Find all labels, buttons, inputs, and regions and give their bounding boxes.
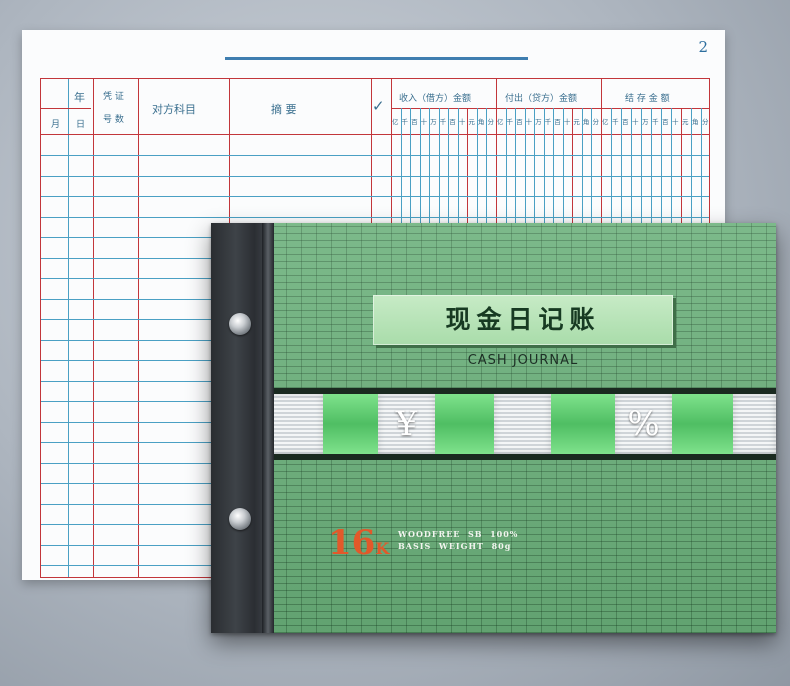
digit-unit-label: 千 xyxy=(544,118,552,126)
band-tile xyxy=(266,394,323,454)
grid-row-line xyxy=(41,155,709,156)
digit-unit-label: 亿 xyxy=(392,118,399,126)
digit-unit-label: 元 xyxy=(573,118,580,126)
grid-column-line xyxy=(68,79,69,577)
title-plaque: 现金日记账 xyxy=(373,295,673,345)
header-day: 日 xyxy=(76,120,86,130)
header-summary: 摘 要 xyxy=(271,103,297,116)
spec-line-2: BASIS WEIGHT 80g xyxy=(398,541,512,551)
digit-unit-label: 百 xyxy=(449,118,456,126)
spine-fold xyxy=(262,223,274,633)
header-month: 月 xyxy=(51,120,61,130)
grid-column-line xyxy=(138,79,139,577)
digit-unit-label: 百 xyxy=(662,118,669,126)
digit-unit-label: 十 xyxy=(525,118,533,126)
digit-unit-label: 十 xyxy=(420,118,428,126)
journal-cover: ¥ % 现金日记账 CASH JOURNAL 16K WOODFREE SB 1… xyxy=(211,223,776,633)
cover-title-en: CASH JOURNAL xyxy=(467,353,579,368)
digit-unit-label: 千 xyxy=(652,118,659,126)
yen-icon: ¥ xyxy=(395,404,418,444)
size-number: 16 xyxy=(328,523,376,563)
digit-unit-label: 千 xyxy=(612,118,619,126)
rivet-icon xyxy=(229,508,251,530)
size-suffix: K xyxy=(375,539,390,558)
header-income: 收入（借方）金额 xyxy=(399,94,472,104)
digit-unit-label: 千 xyxy=(506,118,514,126)
band-tile-percent: % xyxy=(615,394,672,454)
digit-unit-label: 分 xyxy=(487,118,494,126)
digit-unit-label: 千 xyxy=(439,118,447,126)
header-voucher-bottom: 号 数 xyxy=(103,115,124,125)
band-tile xyxy=(494,394,551,454)
digit-unit-label: 角 xyxy=(477,118,485,126)
rivet-icon xyxy=(229,313,251,335)
grid-row-line xyxy=(41,196,709,197)
digit-unit-label: 十 xyxy=(563,118,571,126)
digit-unit-label: 百 xyxy=(516,118,523,126)
spec-line-1: WOODFREE SB 100% xyxy=(398,529,519,539)
band-tile-yen: ¥ xyxy=(378,394,435,454)
digit-unit-label: 分 xyxy=(702,118,709,126)
digit-unit-label: 元 xyxy=(468,118,475,126)
size-mark: 16K xyxy=(328,523,389,563)
digit-unit-label: 十 xyxy=(632,118,639,126)
digit-unit-label: 元 xyxy=(682,118,689,126)
digit-unit-label: 万 xyxy=(535,118,542,126)
digit-unit-label: 亿 xyxy=(602,118,609,126)
digit-unit-label: 百 xyxy=(622,118,629,126)
page-number: 2 xyxy=(698,38,708,56)
header-account: 对方科目 xyxy=(152,103,196,116)
header-check: ✓ xyxy=(372,97,385,115)
paper-spec: WOODFREE SB 100% BASIS WEIGHT 80g xyxy=(398,528,518,552)
header-voucher-top: 凭 证 xyxy=(103,92,124,102)
percent-icon: % xyxy=(627,404,660,444)
digit-unit-label: 亿 xyxy=(497,118,504,126)
header-payment: 付出（贷方）金额 xyxy=(505,94,578,104)
digit-unit-label: 角 xyxy=(692,118,699,126)
grid-row-line xyxy=(41,217,709,218)
grid-column-line xyxy=(93,79,94,577)
digit-unit-label: 十 xyxy=(458,118,466,126)
cover-title-cn: 现金日记账 xyxy=(445,305,601,334)
digit-unit-label: 万 xyxy=(642,118,649,126)
header-year: 年 xyxy=(74,91,85,104)
digit-unit-label: 百 xyxy=(554,118,561,126)
digit-unit-label: 十 xyxy=(672,118,679,126)
grid-row-line xyxy=(41,134,709,135)
digit-unit-label: 千 xyxy=(401,118,409,126)
date-subheader-line xyxy=(41,108,91,109)
digit-unit-label: 角 xyxy=(582,118,590,126)
digit-unit-label: 万 xyxy=(430,118,437,126)
title-underline xyxy=(225,57,528,60)
binding-spine xyxy=(211,223,274,633)
grid-row-line xyxy=(41,176,709,177)
header-balance: 结 存 金 额 xyxy=(625,94,670,104)
band-tile xyxy=(733,394,776,454)
digit-unit-label: 百 xyxy=(411,118,418,126)
digit-unit-label: 分 xyxy=(592,118,599,126)
